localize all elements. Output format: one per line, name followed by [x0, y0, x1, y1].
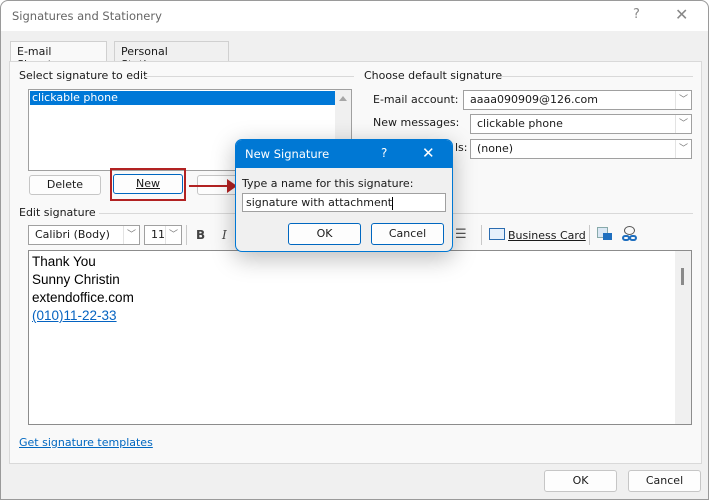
- help-button[interactable]: ?: [633, 7, 640, 22]
- modal-help-button[interactable]: ?: [381, 146, 387, 160]
- chevron-down-icon[interactable]: ﹀: [675, 115, 691, 133]
- hyperlink-icon[interactable]: [622, 226, 638, 243]
- default-signature-label: Choose default signature: [364, 69, 503, 82]
- signature-name-label: Type a name for this signature:: [242, 177, 414, 190]
- business-card-button[interactable]: Business Card: [508, 229, 586, 242]
- annotation-arrow-shaft: [189, 185, 229, 187]
- replies-forwards-select[interactable]: (none) ﹀: [470, 139, 692, 159]
- bold-button[interactable]: B: [196, 228, 205, 242]
- modal-title: New Signature: [245, 147, 330, 161]
- chevron-down-icon[interactable]: ﹀: [675, 140, 691, 158]
- toolbar-separator: [186, 225, 187, 245]
- signature-line: Thank You: [32, 254, 96, 269]
- chevron-down-icon[interactable]: ﹀: [165, 226, 181, 244]
- edit-signature-label: Edit signature: [19, 206, 96, 219]
- ok-button[interactable]: OK: [544, 470, 617, 492]
- phone-link[interactable]: (010)11-22-33: [32, 308, 117, 323]
- italic-button[interactable]: I: [222, 228, 227, 242]
- insert-picture-icon[interactable]: [597, 227, 613, 243]
- toolbar-separator: [589, 225, 590, 245]
- font-size-select[interactable]: 11 ﹀: [144, 225, 182, 245]
- select-signature-label: Select signature to edit: [19, 69, 148, 82]
- group-divider: [144, 76, 354, 77]
- cancel-button[interactable]: Cancel: [628, 470, 701, 492]
- tab-email-signature[interactable]: E-mail Signature: [10, 41, 107, 71]
- replies-label: ls:: [455, 141, 468, 154]
- new-messages-select[interactable]: clickable phone ﹀: [470, 114, 692, 134]
- editor-scrollbar[interactable]: [675, 251, 691, 424]
- signature-editor[interactable]: Thank You Sunny Christin extendoffice.co…: [28, 250, 692, 425]
- modal-close-button[interactable]: ✕: [422, 144, 435, 162]
- tab-personal-stationery[interactable]: Personal Stationery: [114, 41, 229, 71]
- scroll-up-icon[interactable]: [339, 96, 347, 101]
- email-account-select[interactable]: aaaa090909@126.com ﹀: [463, 90, 692, 110]
- modal-ok-button[interactable]: OK: [288, 223, 361, 245]
- signature-line: extendoffice.com: [32, 290, 134, 305]
- close-button[interactable]: ✕: [675, 5, 688, 24]
- new-messages-label: New messages:: [373, 116, 460, 129]
- delete-button[interactable]: Delete: [29, 175, 101, 195]
- text-caret: [392, 196, 394, 210]
- signature-line: Sunny Christin: [32, 272, 120, 287]
- align-icon[interactable]: ☰: [455, 227, 467, 242]
- signature-name-input[interactable]: signature with attachment: [242, 193, 446, 212]
- font-select[interactable]: Calibri (Body) ﹀: [28, 225, 140, 245]
- modal-title-bar: New Signature ? ✕: [236, 140, 452, 168]
- toolbar-separator: [481, 225, 482, 245]
- title-bar: Signatures and Stationery ? ✕: [1, 1, 708, 31]
- new-signature-dialog: New Signature ? ✕ Type a name for this s…: [235, 139, 453, 252]
- group-divider: [501, 76, 693, 77]
- email-account-label: E-mail account:: [373, 93, 459, 106]
- window-title: Signatures and Stationery: [12, 9, 162, 23]
- modal-cancel-button[interactable]: Cancel: [371, 223, 444, 245]
- chevron-down-icon[interactable]: ﹀: [675, 91, 691, 109]
- get-signature-templates-link[interactable]: Get signature templates: [19, 436, 153, 449]
- business-card-icon: [489, 228, 505, 240]
- highlight-box: [110, 168, 186, 201]
- scroll-thumb[interactable]: [681, 268, 684, 285]
- chevron-down-icon[interactable]: ﹀: [123, 226, 139, 244]
- list-item[interactable]: clickable phone: [30, 91, 336, 105]
